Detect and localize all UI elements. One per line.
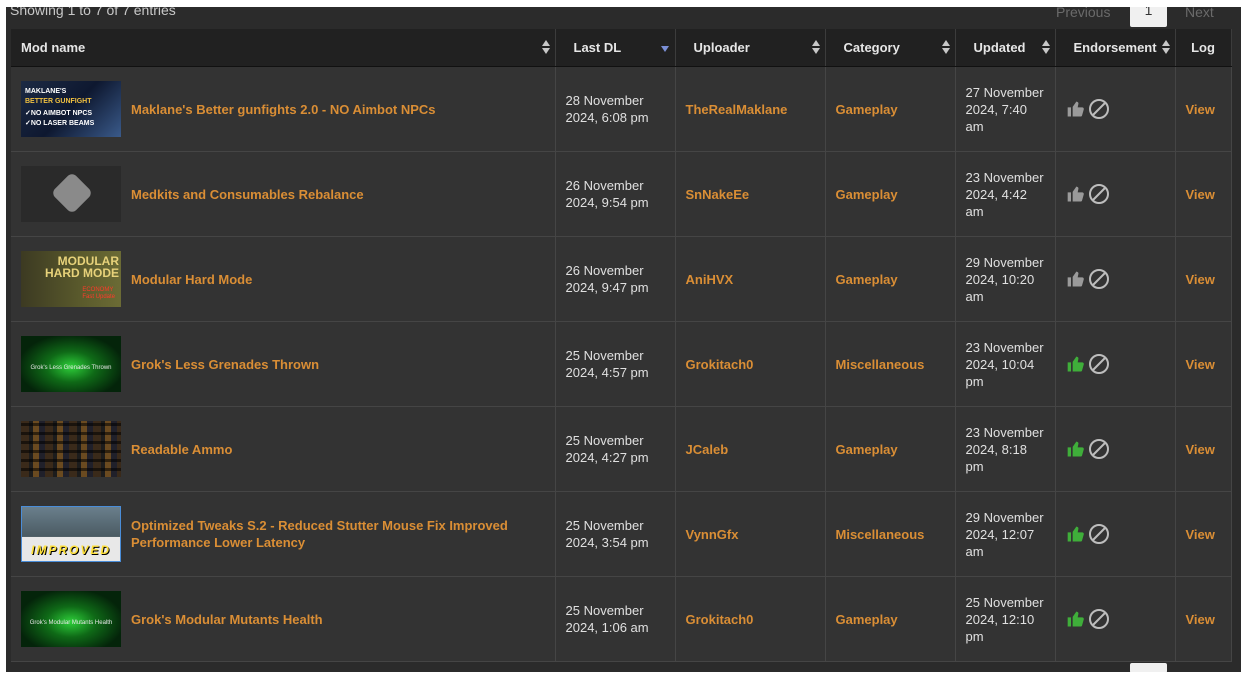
sort-icon: [541, 40, 550, 56]
log-view-link[interactable]: View: [1186, 102, 1215, 117]
category-link[interactable]: Gameplay: [836, 612, 898, 627]
mod-name-link[interactable]: Modular Hard Mode: [131, 271, 252, 288]
updated-cell: 23 November 2024, 10:04 pm: [955, 321, 1056, 407]
column-header-category[interactable]: Category: [825, 29, 956, 67]
last-dl-cell: 25 November 2024, 1:06 am: [555, 576, 676, 662]
category-link[interactable]: Gameplay: [836, 187, 898, 202]
entries-info: Showing 1 to 7 of 7 entries: [10, 7, 176, 18]
table-row: IMPROVED Optimized Tweaks S.2 - Reduced …: [11, 491, 1232, 577]
log-view-link[interactable]: View: [1186, 272, 1215, 287]
mod-thumbnail[interactable]: Grok's Modular Mutants Health: [21, 591, 121, 647]
pagination-previous[interactable]: Previous: [1056, 7, 1110, 29]
endorsement-controls: [1066, 184, 1165, 204]
mod-name-link[interactable]: Grok's Modular Mutants Health: [131, 611, 323, 628]
last-dl-cell: 26 November 2024, 9:47 pm: [555, 236, 676, 322]
updated-cell: 29 November 2024, 10:20 am: [955, 236, 1056, 322]
mods-table: Mod name Last DL Uploader Category Updat…: [11, 29, 1232, 662]
mod-thumbnail[interactable]: MODULAR HARD MODE ECONOMY Fast Update: [21, 251, 121, 307]
endorsement-controls: [1066, 354, 1165, 374]
sort-icon: [811, 40, 820, 56]
category-link[interactable]: Gameplay: [836, 102, 898, 117]
thumbs-up-icon[interactable]: [1066, 99, 1086, 119]
mod-thumbnail[interactable]: MAKLANE'S BETTER GUNFIGHT ✓NO AIMBOT NPC…: [21, 81, 121, 137]
column-header-last-dl[interactable]: Last DL: [555, 29, 676, 67]
last-dl-cell: 28 November 2024, 6:08 pm: [555, 66, 676, 152]
endorsement-controls: [1066, 269, 1165, 289]
ban-icon[interactable]: [1088, 609, 1109, 629]
sort-icon: [941, 40, 950, 56]
sort-icon: [1041, 40, 1050, 56]
log-view-link[interactable]: View: [1186, 442, 1215, 457]
mod-name-link[interactable]: Maklane's Better gunfights 2.0 - NO Aimb…: [131, 101, 436, 118]
thumbs-up-icon[interactable]: [1066, 184, 1086, 204]
table-row: Grok's Modular Mutants Health Grok's Mod…: [11, 576, 1232, 662]
table-header-row: Mod name Last DL Uploader Category Updat…: [11, 29, 1232, 67]
table-row: Grok's Less Grenades Thrown Grok's Less …: [11, 321, 1232, 407]
table-row: MODULAR HARD MODE ECONOMY Fast Update Modu…: [11, 236, 1232, 322]
uploader-link[interactable]: VynnGfx: [686, 527, 739, 542]
endorsement-controls: [1066, 524, 1165, 544]
table-row: MAKLANE'S BETTER GUNFIGHT ✓NO AIMBOT NPC…: [11, 66, 1232, 152]
updated-cell: 29 November 2024, 12:07 am: [955, 491, 1056, 577]
mod-thumbnail[interactable]: [21, 166, 121, 222]
mod-thumbnail[interactable]: [21, 421, 121, 477]
category-link[interactable]: Gameplay: [836, 272, 898, 287]
updated-cell: 23 November 2024, 4:42 am: [955, 151, 1056, 237]
thumbs-up-icon[interactable]: [1066, 439, 1086, 459]
thumbs-up-icon[interactable]: [1066, 354, 1086, 374]
updated-cell: 23 November 2024, 8:18 pm: [955, 406, 1056, 492]
sort-icon: [1161, 40, 1170, 56]
column-header-mod-name[interactable]: Mod name: [11, 29, 556, 67]
ban-icon[interactable]: [1088, 524, 1109, 544]
mods-table-panel: Showing 1 to 7 of 7 entries Previous 1 N…: [6, 7, 1241, 672]
mod-name-link[interactable]: Grok's Less Grenades Thrown: [131, 356, 319, 373]
last-dl-cell: 25 November 2024, 4:27 pm: [555, 406, 676, 492]
updated-cell: 25 November 2024, 12:10 pm: [955, 576, 1056, 662]
table-row: Medkits and Consumables Rebalance 26 Nov…: [11, 151, 1232, 237]
category-link[interactable]: Miscellaneous: [836, 357, 925, 372]
mod-name-link[interactable]: Optimized Tweaks S.2 - Reduced Stutter M…: [131, 517, 555, 551]
mod-thumbnail[interactable]: IMPROVED: [21, 506, 121, 562]
endorsement-controls: [1066, 439, 1165, 459]
ban-icon[interactable]: [1088, 439, 1109, 459]
uploader-link[interactable]: TheRealMaklane: [686, 102, 788, 117]
table-row: Readable Ammo 25 November 2024, 4:27 pm …: [11, 406, 1232, 492]
pagination-bottom-page[interactable]: [1130, 663, 1167, 672]
last-dl-cell: 26 November 2024, 9:54 pm: [555, 151, 676, 237]
column-header-uploader[interactable]: Uploader: [675, 29, 826, 67]
column-header-log: Log: [1175, 29, 1232, 67]
ban-icon[interactable]: [1088, 99, 1109, 119]
log-view-link[interactable]: View: [1186, 357, 1215, 372]
category-link[interactable]: Miscellaneous: [836, 527, 925, 542]
log-view-link[interactable]: View: [1186, 527, 1215, 542]
column-header-updated[interactable]: Updated: [955, 29, 1056, 67]
sort-desc-icon: [660, 46, 669, 52]
last-dl-cell: 25 November 2024, 4:57 pm: [555, 321, 676, 407]
mod-name-link[interactable]: Medkits and Consumables Rebalance: [131, 186, 364, 203]
endorsement-controls: [1066, 609, 1165, 629]
uploader-link[interactable]: SnNakeEe: [686, 187, 750, 202]
log-view-link[interactable]: View: [1186, 612, 1215, 627]
mod-name-link[interactable]: Readable Ammo: [131, 441, 232, 458]
uploader-link[interactable]: AniHVX: [686, 272, 734, 287]
endorsement-controls: [1066, 99, 1165, 119]
column-header-endorsement[interactable]: Endorsement: [1055, 29, 1176, 67]
updated-cell: 27 November 2024, 7:40 am: [955, 66, 1056, 152]
log-view-link[interactable]: View: [1186, 187, 1215, 202]
ban-icon[interactable]: [1088, 354, 1109, 374]
thumbs-up-icon[interactable]: [1066, 524, 1086, 544]
uploader-link[interactable]: JCaleb: [686, 442, 729, 457]
category-link[interactable]: Gameplay: [836, 442, 898, 457]
pagination-next[interactable]: Next: [1185, 7, 1214, 29]
uploader-link[interactable]: Grokitach0: [686, 612, 754, 627]
last-dl-cell: 25 November 2024, 3:54 pm: [555, 491, 676, 577]
pagination-page-1[interactable]: 1: [1130, 7, 1167, 27]
thumbs-up-icon[interactable]: [1066, 269, 1086, 289]
ban-icon[interactable]: [1088, 269, 1109, 289]
thumbs-up-icon[interactable]: [1066, 609, 1086, 629]
mod-thumbnail[interactable]: Grok's Less Grenades Thrown: [21, 336, 121, 392]
uploader-link[interactable]: Grokitach0: [686, 357, 754, 372]
ban-icon[interactable]: [1088, 184, 1109, 204]
